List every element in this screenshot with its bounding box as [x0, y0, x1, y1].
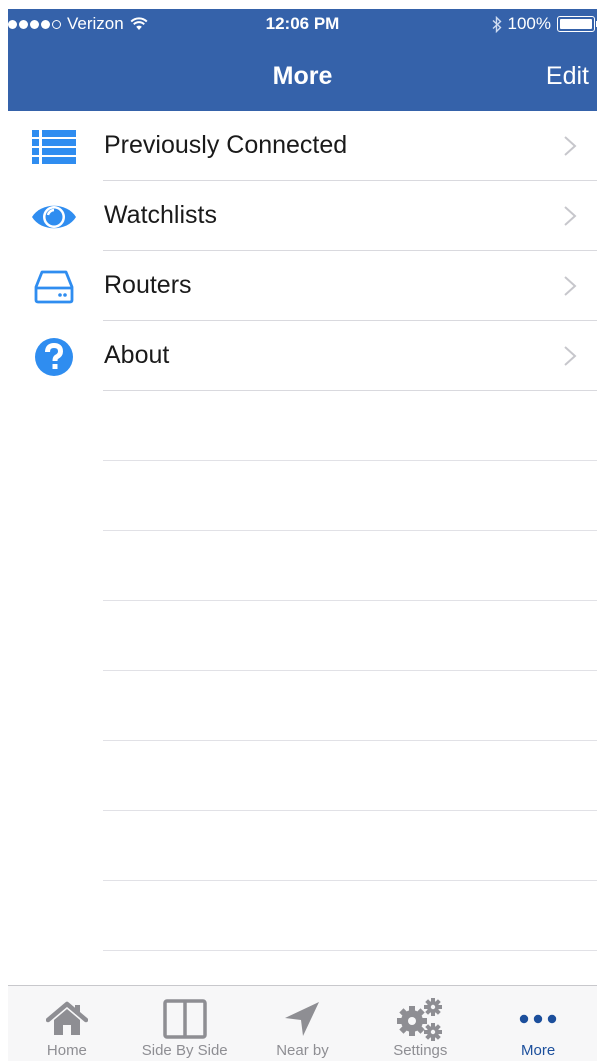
menu-item-previously-connected[interactable]: Previously Connected — [0, 111, 597, 181]
status-right: 100% — [492, 14, 597, 34]
more-menu-list: Previously Connected Watchlists Routers … — [0, 111, 597, 1021]
eye-icon — [31, 197, 77, 237]
header: Verizon 12:06 PM 100% More Edit — [8, 9, 597, 111]
tab-settings[interactable]: Settings — [361, 986, 479, 1061]
page-title: More — [272, 62, 333, 90]
empty-row — [0, 391, 597, 461]
chevron-right-icon — [564, 276, 577, 296]
tab-label: More — [520, 1042, 556, 1059]
menu-item-watchlists[interactable]: Watchlists — [0, 181, 597, 251]
tab-side-by-side[interactable]: Side By Side — [126, 986, 244, 1061]
empty-row — [0, 531, 597, 601]
chevron-right-icon — [564, 206, 577, 226]
tab-label: Near by — [276, 1042, 329, 1059]
location-arrow-icon — [283, 998, 321, 1040]
screen: Verizon 12:06 PM 100% More Edit Previous… — [0, 0, 597, 1061]
chevron-right-icon — [564, 136, 577, 156]
empty-row — [0, 741, 597, 811]
house-icon — [45, 998, 88, 1040]
tab-more[interactable]: More — [479, 986, 597, 1061]
split-view-icon — [162, 998, 207, 1040]
menu-item-routers[interactable]: Routers — [0, 251, 597, 321]
menu-item-label: Routers — [104, 271, 192, 299]
battery-icon — [557, 16, 597, 32]
battery-percent: 100% — [507, 14, 551, 33]
menu-item-label: About — [104, 341, 170, 369]
chevron-right-icon — [564, 346, 577, 366]
menu-item-about[interactable]: About — [0, 321, 597, 391]
top-gap — [0, 0, 597, 9]
tab-home[interactable]: Home — [8, 986, 126, 1061]
menu-item-label: Watchlists — [104, 201, 217, 229]
tab-label: Side By Side — [141, 1042, 228, 1059]
router-icon — [31, 267, 77, 307]
tab-label: Settings — [393, 1042, 448, 1059]
empty-row — [0, 881, 597, 951]
menu-item-label: Previously Connected — [104, 131, 348, 159]
empty-row — [0, 811, 597, 881]
gears-icon — [395, 998, 445, 1041]
status-bar: Verizon 12:06 PM 100% — [8, 9, 597, 39]
empty-row — [0, 601, 597, 671]
ellipsis-icon — [518, 998, 558, 1040]
tab-label: Home — [46, 1042, 87, 1059]
bluetooth-icon — [492, 15, 502, 33]
empty-row — [0, 461, 597, 531]
empty-row — [0, 671, 597, 741]
edit-button[interactable]: Edit — [546, 62, 589, 91]
tab-bar: Home Side By Side Near by Settings More — [8, 985, 597, 1061]
list-icon — [31, 127, 77, 167]
tab-near-by[interactable]: Near by — [244, 986, 362, 1061]
question-icon — [31, 337, 77, 377]
